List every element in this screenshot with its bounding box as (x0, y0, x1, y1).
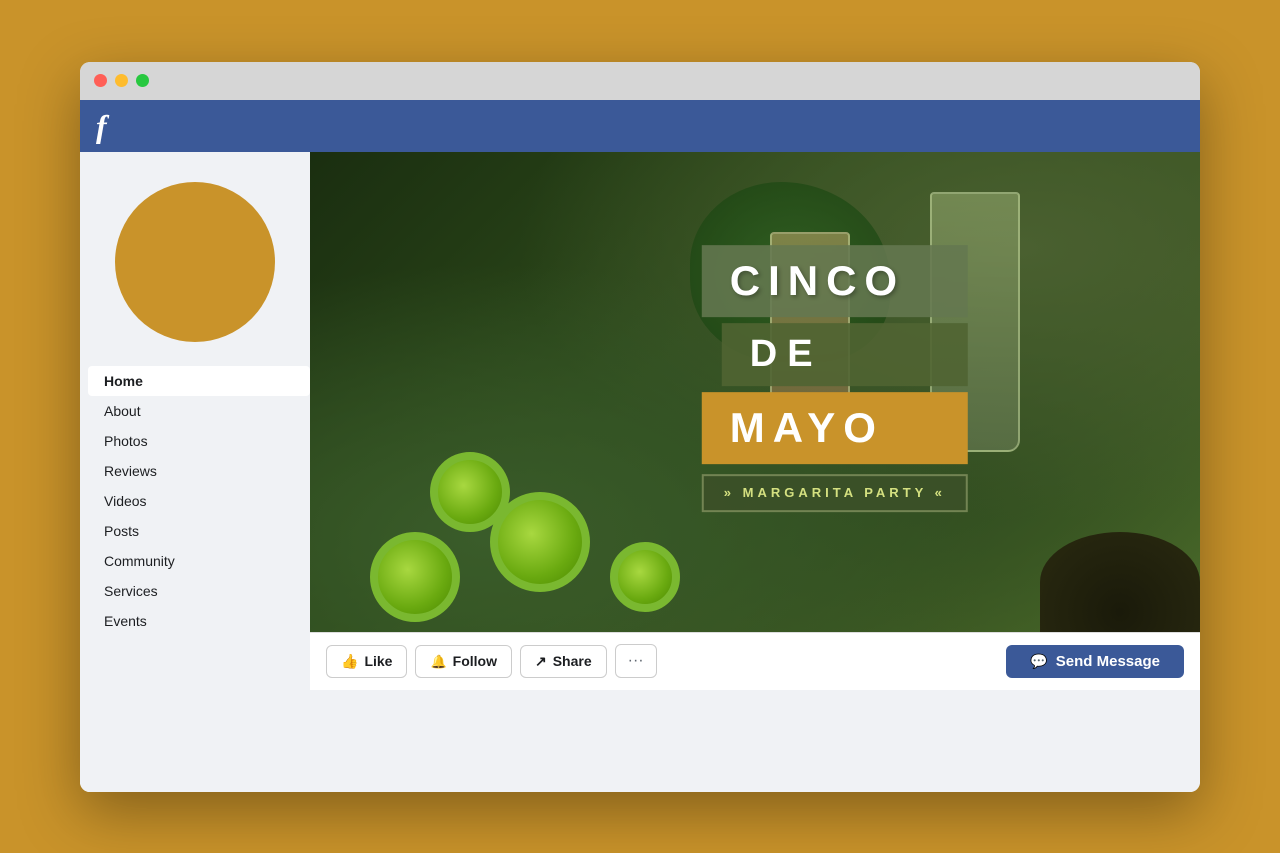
sidebar-nav: Home About Photos Reviews Videos Posts C… (80, 366, 310, 636)
facebook-page: Home About Photos Reviews Videos Posts C… (80, 152, 1200, 792)
sidebar-item-videos[interactable]: Videos (88, 486, 310, 516)
browser-content: f Home About Photos Reviews Videos Posts… (80, 100, 1200, 792)
sidebar-item-home[interactable]: Home (88, 366, 310, 396)
sidebar-item-community[interactable]: Community (88, 546, 310, 576)
banner-mayo: MAYO (702, 392, 968, 464)
lime-2 (370, 532, 460, 622)
facebook-navbar: f (80, 100, 1200, 152)
message-icon (1030, 653, 1047, 670)
banner-cinco: CINCO (702, 245, 968, 317)
cover-photo: CINCO DE MAYO » MARGARITA PARTY « (310, 152, 1200, 632)
minimize-button[interactable] (115, 74, 128, 87)
send-message-button[interactable]: Send Message (1006, 645, 1184, 678)
browser-window: f Home About Photos Reviews Videos Posts… (80, 62, 1200, 792)
sidebar-item-reviews[interactable]: Reviews (88, 456, 310, 486)
action-buttons-left: Like Follow Share ··· (326, 644, 657, 678)
banner-de: DE (722, 323, 968, 386)
sidebar: Home About Photos Reviews Videos Posts C… (80, 152, 310, 792)
action-bar: Like Follow Share ··· (310, 632, 1200, 690)
main-content: CINCO DE MAYO » MARGARITA PARTY « (310, 152, 1200, 792)
facebook-logo: f (96, 110, 107, 142)
send-message-label: Send Message (1056, 653, 1160, 670)
share-icon (535, 653, 547, 670)
cover-banner: CINCO DE MAYO » MARGARITA PARTY « (702, 245, 968, 512)
like-label: Like (364, 653, 392, 669)
lime-4 (610, 542, 680, 612)
sidebar-item-events[interactable]: Events (88, 606, 310, 636)
follow-label: Follow (453, 653, 497, 669)
more-button[interactable]: ··· (615, 644, 657, 678)
sidebar-item-posts[interactable]: Posts (88, 516, 310, 546)
follow-icon (430, 653, 446, 670)
like-button[interactable]: Like (326, 645, 407, 678)
banner-sub-text: » MARGARITA PARTY « (724, 485, 946, 500)
bowl-decoration (1040, 532, 1200, 632)
sidebar-item-services[interactable]: Services (88, 576, 310, 606)
sidebar-item-photos[interactable]: Photos (88, 426, 310, 456)
share-label: Share (553, 653, 592, 669)
banner-text-cinco: CINCO (730, 257, 905, 304)
follow-button[interactable]: Follow (415, 645, 512, 678)
avatar (115, 182, 275, 342)
banner-sub: » MARGARITA PARTY « (702, 474, 968, 512)
like-icon (341, 653, 358, 670)
banner-text-mayo: MAYO (730, 404, 884, 451)
browser-titlebar (80, 62, 1200, 100)
banner-text-de: DE (750, 333, 823, 375)
maximize-button[interactable] (136, 74, 149, 87)
sidebar-item-about[interactable]: About (88, 396, 310, 426)
share-button[interactable]: Share (520, 645, 607, 678)
lime-3 (430, 452, 510, 532)
close-button[interactable] (94, 74, 107, 87)
